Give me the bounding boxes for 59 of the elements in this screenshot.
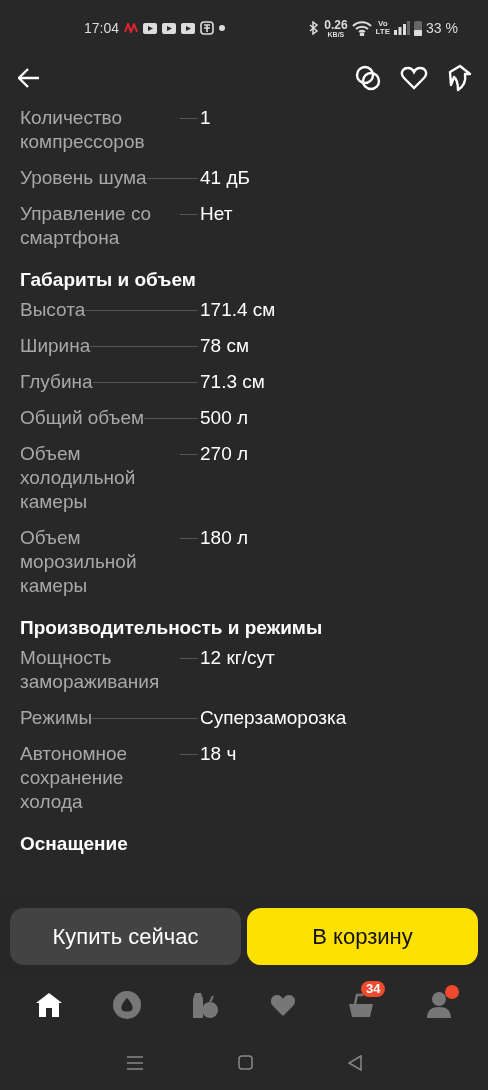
bluetooth-icon — [308, 21, 321, 35]
buy-now-button[interactable]: Купить сейчас — [10, 908, 241, 965]
spec-label: Мощность замораживания — [20, 646, 161, 694]
section-heading: Габариты и объем — [20, 268, 197, 292]
wifi-icon — [351, 20, 372, 36]
spec-value: 41 дБ — [199, 166, 250, 190]
video-app-icon — [162, 22, 177, 34]
basket-icon — [347, 992, 375, 1018]
spec-value: 171.4 см — [199, 298, 276, 322]
spec-value: 18 ч — [199, 742, 237, 766]
spec-label: Объем холодильной камеры — [20, 442, 137, 514]
spec-value: Суперзаморозка — [199, 706, 347, 730]
battery-percent: 33 % — [426, 18, 458, 38]
spec-label: Количество компрессоров — [20, 106, 146, 154]
spec-label: Управление со смартфона — [20, 202, 153, 250]
battery-icon — [414, 20, 423, 36]
assistant-icon — [112, 990, 142, 1020]
spec-value: 500 л — [199, 406, 249, 430]
spec-label: Общий объем — [20, 406, 145, 430]
spec-label: Ширина — [20, 334, 91, 358]
spec-label: Режимы — [20, 706, 93, 730]
home-button-icon[interactable] — [237, 1055, 253, 1070]
dot-icon — [219, 25, 226, 31]
heart-icon — [269, 992, 297, 1018]
spec-label: Объем морозильной камеры — [20, 526, 138, 598]
spec-value: 270 л — [199, 442, 249, 466]
spec-label: Глубина — [20, 370, 93, 394]
volte-label: LTE — [375, 28, 391, 36]
spec-value: 180 л — [199, 526, 249, 550]
back-arrow-icon[interactable] — [18, 68, 40, 88]
share-icon[interactable] — [446, 64, 472, 92]
spec-value: 78 см — [199, 334, 249, 358]
nav-tab[interactable]: 34 — [339, 983, 383, 1027]
spec-label: Автономное сохранение холода — [20, 742, 129, 814]
back-icon[interactable] — [347, 1054, 362, 1071]
add-to-cart-button[interactable]: В корзину — [247, 908, 478, 965]
video-app-icon — [181, 22, 196, 34]
app-logo-icon — [124, 23, 139, 33]
menu-icon[interactable] — [126, 1055, 143, 1070]
section-heading: Оснащение — [20, 832, 129, 856]
section-heading: Производительность и режимы — [20, 616, 324, 640]
spec-value: 12 кг/сут — [199, 646, 275, 670]
spec-label: Уровень шума — [20, 166, 147, 190]
volte-label: Vo — [378, 20, 388, 28]
spec-value: 1 — [199, 106, 211, 130]
grocery-icon — [191, 991, 219, 1019]
spec-value: 71.3 см — [199, 370, 265, 394]
clock-time: 17:04 — [84, 18, 120, 38]
home-icon — [35, 992, 63, 1018]
signal-icon — [394, 21, 411, 35]
compare-icon[interactable] — [354, 64, 382, 92]
video-app-icon — [143, 22, 158, 34]
heart-icon[interactable] — [400, 65, 428, 91]
spec-label: Высота — [20, 298, 86, 322]
app-notification-icon — [200, 21, 215, 35]
spec-value: Нет — [199, 202, 233, 226]
profile-icon — [426, 991, 452, 1019]
network-speed: 0.26 — [324, 18, 348, 31]
cart-count-badge: 34 — [361, 981, 386, 997]
